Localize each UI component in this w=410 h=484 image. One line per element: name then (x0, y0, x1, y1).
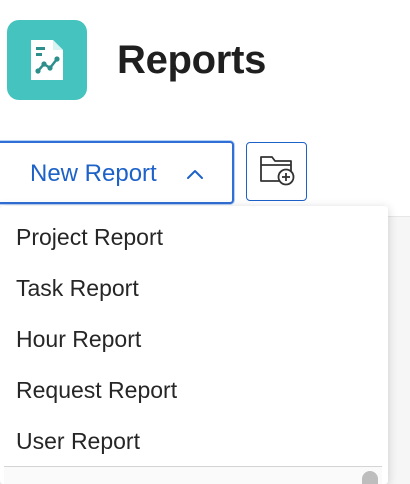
new-report-button[interactable]: New Report (0, 141, 234, 204)
page-header: Reports (0, 0, 410, 122)
add-folder-icon (258, 152, 296, 191)
menu-item-user-report[interactable]: User Report (0, 416, 388, 467)
page-title: Reports (117, 38, 267, 82)
menu-item-request-report[interactable]: Request Report (0, 365, 388, 416)
new-folder-button[interactable] (246, 142, 307, 201)
chevron-up-icon (184, 165, 206, 183)
menu-item-project-report[interactable]: Project Report (0, 212, 388, 263)
scrollbar-thumb[interactable] (362, 471, 378, 484)
menu-item-hour-report[interactable]: Hour Report (0, 314, 388, 365)
reports-page: Reports New Report Project Report Task R… (0, 0, 410, 484)
menu-scrollbar[interactable] (4, 466, 382, 484)
new-report-label: New Report (30, 160, 157, 187)
toolbar: New Report (0, 122, 410, 217)
menu-item-task-report[interactable]: Task Report (0, 263, 388, 314)
new-report-menu: Project Report Task Report Hour Report R… (0, 206, 388, 484)
report-chart-icon (7, 20, 87, 100)
